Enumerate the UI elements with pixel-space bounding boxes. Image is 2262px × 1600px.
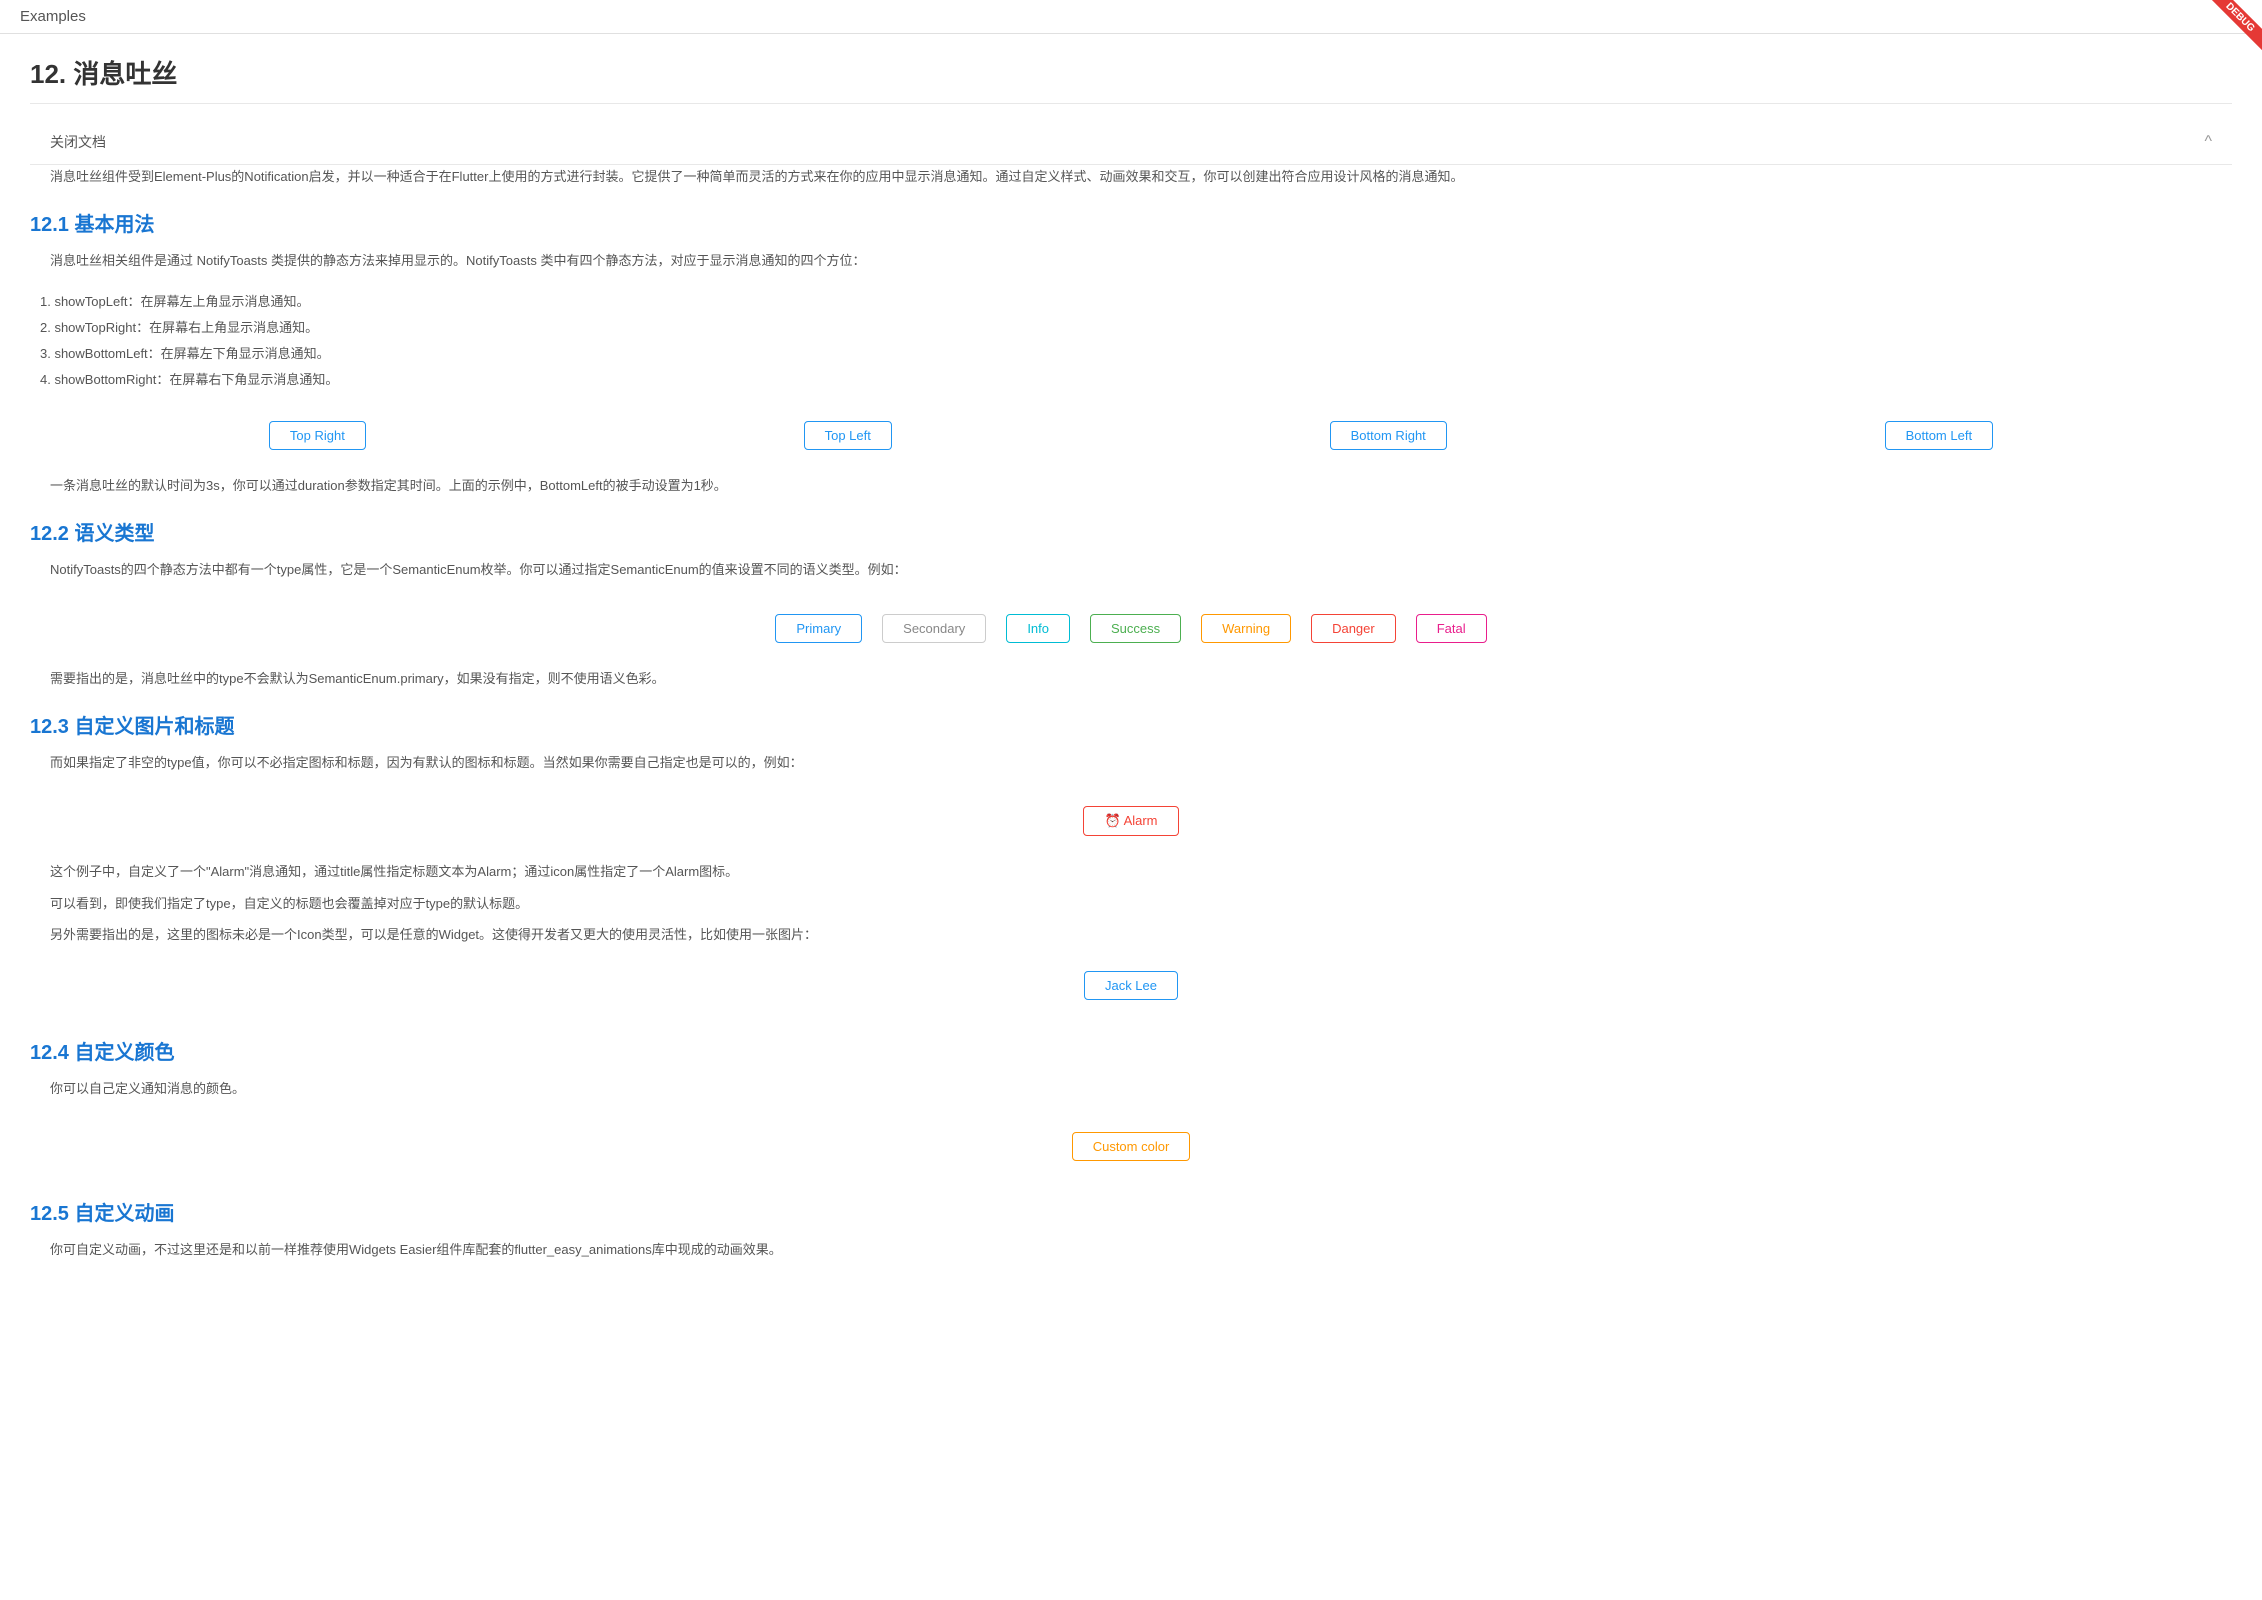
custom-color-button-row: Custom color [30, 1116, 2232, 1177]
app-container: Examples DEBUG 12. 消息吐丝 关闭文档 ^ 消息吐丝组件受到E… [0, 0, 2262, 1600]
alarm-note-1: 这个例子中，自定义了一个"Alarm"消息通知，通过title属性指定标题文本为… [30, 860, 2232, 883]
top-right-button[interactable]: Top Right [269, 421, 366, 450]
basic-button-row: Top Right Top Left Bottom Right Bottom L… [30, 405, 2232, 466]
jacklee-button[interactable]: Jack Lee [1084, 971, 1178, 1000]
info-button[interactable]: Info [1006, 614, 1070, 643]
doc-close-section[interactable]: 关闭文档 ^ [30, 120, 2232, 165]
alarm-icon: ⏰ [1104, 813, 1120, 828]
semantic-button-row: Primary Secondary Info Success Warning D… [30, 598, 2232, 659]
custom-color-button[interactable]: Custom color [1072, 1132, 1191, 1161]
alarm-label: Alarm [1124, 813, 1158, 828]
content-area: 12. 消息吐丝 关闭文档 ^ 消息吐丝组件受到Element-Plus的Not… [0, 34, 2262, 1297]
alarm-note-3: 另外需要指出的是，这里的图标未必是一个Icon类型，可以是任意的Widget。这… [30, 923, 2232, 946]
section-12-4-title: 12.4 自定义颜色 [30, 1036, 2232, 1065]
bottom-right-button[interactable]: Bottom Right [1330, 421, 1447, 450]
app-title: Examples [20, 8, 86, 25]
debug-badge: DEBUG [2206, 0, 2262, 51]
section-12-2-desc: NotifyToasts的四个静态方法中都有一个type属性，它是一个Seman… [30, 558, 2232, 581]
bottom-left-button[interactable]: Bottom Left [1885, 421, 1993, 450]
main-description: 消息吐丝组件受到Element-Plus的Notification启发，并以一种… [30, 165, 2232, 188]
section-12-1-title: 12.1 基本用法 [30, 208, 2232, 237]
chevron-up-icon: ^ [2204, 133, 2212, 151]
section-12-1-desc: 消息吐丝相关组件是通过 NotifyToasts 类提供的静态方法来掉用显示的。… [30, 249, 2232, 272]
section-12-3-desc: 而如果指定了非空的type值，你可以不必指定图标和标题，因为有默认的图标和标题。… [30, 751, 2232, 774]
top-left-button[interactable]: Top Left [804, 421, 892, 450]
fatal-button[interactable]: Fatal [1416, 614, 1487, 643]
section-12-5-title: 12.5 自定义动画 [30, 1197, 2232, 1226]
list-item-1: 1. showTopLeft：在屏幕左上角显示消息通知。 [40, 289, 2232, 315]
doc-close-label: 关闭文档 [50, 132, 106, 152]
alarm-button[interactable]: ⏰ Alarm [1083, 806, 1178, 836]
debug-corner: DEBUG [2202, 0, 2262, 60]
main-content: 12. 消息吐丝 关闭文档 ^ 消息吐丝组件受到Element-Plus的Not… [0, 34, 2262, 1600]
list-item-3: 3. showBottomLeft：在屏幕左下角显示消息通知。 [40, 341, 2232, 367]
alarm-button-row: ⏰ Alarm [30, 790, 2232, 852]
jacklee-button-row: Jack Lee [30, 955, 2232, 1016]
list-item-2: 2. showTopRight：在屏幕右上角显示消息通知。 [40, 315, 2232, 341]
section-12-1-note: 一条消息吐丝的默认时间为3s，你可以通过duration参数指定其时间。上面的示… [30, 474, 2232, 497]
primary-button[interactable]: Primary [775, 614, 862, 643]
section-12-5-desc: 你可自定义动画，不过这里还是和以前一样推荐使用Widgets Easier组件库… [30, 1238, 2232, 1261]
top-bar: Examples DEBUG [0, 0, 2262, 34]
success-button[interactable]: Success [1090, 614, 1181, 643]
section-12-2-note: 需要指出的是，消息吐丝中的type不会默认为SemanticEnum.prima… [30, 667, 2232, 690]
section-12-2-title: 12.2 语义类型 [30, 517, 2232, 546]
section-12-4-desc: 你可以自己定义通知消息的颜色。 [30, 1077, 2232, 1100]
page-title: 12. 消息吐丝 [30, 54, 2232, 104]
list-item-4: 4. showBottomRight：在屏幕右下角显示消息通知。 [40, 367, 2232, 393]
alarm-note-2: 可以看到，即使我们指定了type，自定义的标题也会覆盖掉对应于type的默认标题… [30, 892, 2232, 915]
secondary-button[interactable]: Secondary [882, 614, 986, 643]
warning-button[interactable]: Warning [1201, 614, 1291, 643]
section-12-3-title: 12.3 自定义图片和标题 [30, 710, 2232, 739]
danger-button[interactable]: Danger [1311, 614, 1396, 643]
list-items-basic: 1. showTopLeft：在屏幕左上角显示消息通知。 2. showTopR… [30, 289, 2232, 393]
